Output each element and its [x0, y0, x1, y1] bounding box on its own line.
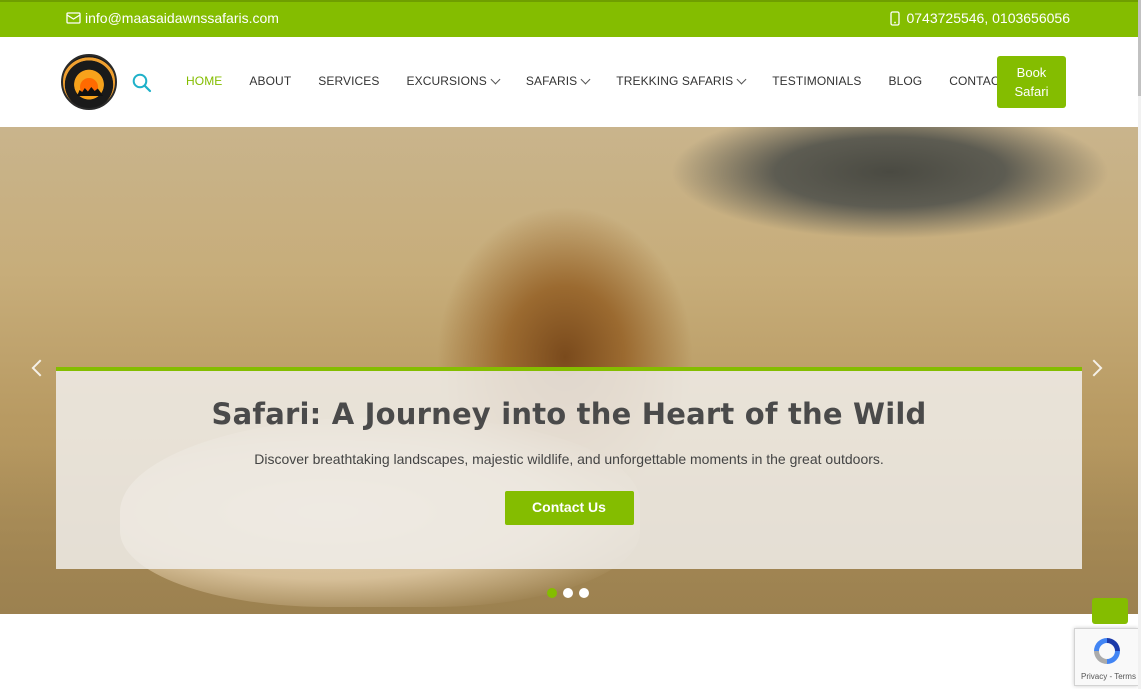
book-safari-button[interactable]: Book Safari [997, 56, 1066, 108]
recaptcha-icon [1091, 635, 1123, 672]
hero-caption-box: Safari: A Journey into the Heart of the … [56, 367, 1082, 569]
nav-blog[interactable]: BLOG [888, 74, 922, 88]
search-icon[interactable] [132, 73, 152, 98]
hero-title: Safari: A Journey into the Heart of the … [211, 397, 927, 431]
hero-slider: Safari: A Journey into the Heart of the … [0, 127, 1138, 614]
email-text[interactable]: info@maasaidawnssafaris.com [85, 10, 279, 26]
nav-blog-label: BLOG [888, 74, 923, 88]
nav-services[interactable]: SERVICES [318, 74, 379, 88]
scroll-to-top-button[interactable] [1092, 598, 1128, 624]
nav-excursions-label: EXCURSIONS [406, 74, 487, 88]
chevron-down-icon [736, 74, 747, 84]
chevron-down-icon [490, 74, 501, 84]
chevron-down-icon [580, 74, 591, 84]
nav-excursions[interactable]: EXCURSIONS [406, 74, 501, 88]
nav-testimonials-label: TESTIMONIALS [772, 74, 862, 88]
nav-trekking-safaris[interactable]: TREKKING SAFARIS [616, 74, 747, 88]
nav-home-label: HOME [186, 74, 223, 88]
nav-safaris-label: SAFARIS [525, 74, 578, 88]
main-nav: HOME ABOUT SERVICES EXCURSIONS SAFARIS T… [186, 73, 1034, 89]
site-logo[interactable] [61, 54, 117, 110]
nav-about[interactable]: ABOUT [249, 74, 291, 88]
slider-dot-2[interactable] [563, 588, 573, 598]
nav-trekking-label: TREKKING SAFARIS [616, 74, 734, 88]
hero-subtitle: Discover breathtaking landscapes, majest… [254, 451, 884, 467]
mobile-phone-icon [890, 10, 901, 26]
slider-dot-1[interactable] [547, 588, 557, 598]
recaptcha-badge[interactable]: Privacy - Terms [1074, 628, 1138, 686]
slider-dot-3[interactable] [579, 588, 589, 598]
slider-next-arrow-icon[interactable] [1085, 359, 1103, 377]
slider-dots [547, 588, 589, 598]
site-header: HOME ABOUT SERVICES EXCURSIONS SAFARIS T… [0, 37, 1138, 127]
recaptcha-terms[interactable]: Privacy - Terms [1081, 672, 1136, 681]
nav-testimonials[interactable]: TESTIMONIALS [772, 74, 861, 88]
contact-us-button[interactable]: Contact Us [504, 491, 634, 525]
nav-about-label: ABOUT [249, 74, 292, 88]
book-button-line2: Safari [1014, 84, 1049, 99]
email-contact[interactable]: info@maasaidawnssafaris.com [66, 10, 279, 26]
nav-safaris[interactable]: SAFARIS [525, 74, 591, 88]
book-button-line1: Book [1016, 65, 1047, 80]
envelope-icon [66, 12, 81, 24]
phone-contact[interactable]: 0743725546, 0103656056 [890, 10, 1070, 26]
nav-home[interactable]: HOME [186, 74, 222, 88]
phone-text[interactable]: 0743725546, 0103656056 [906, 10, 1070, 26]
nav-services-label: SERVICES [318, 74, 380, 88]
slider-prev-arrow-icon[interactable] [31, 359, 49, 377]
top-bar: info@maasaidawnssafaris.com 0743725546, … [0, 0, 1138, 37]
